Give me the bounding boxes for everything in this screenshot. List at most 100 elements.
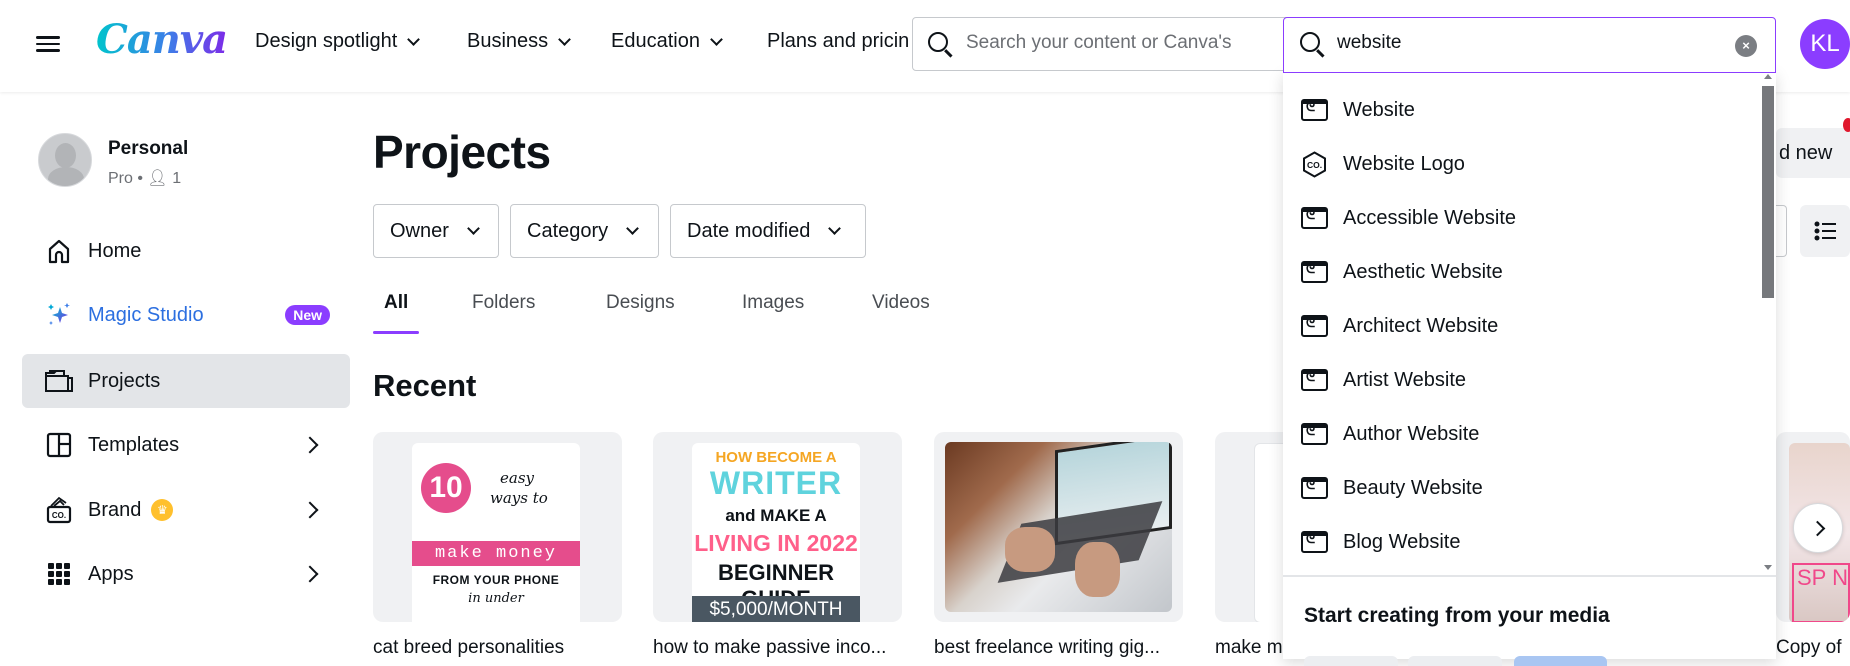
- svg-text:CO.: CO.: [52, 511, 66, 520]
- clear-search-icon[interactable]: ×: [1735, 35, 1757, 57]
- canva-logo[interactable]: Canva: [96, 16, 228, 63]
- tab-videos[interactable]: Videos: [872, 292, 930, 314]
- design-caption[interactable]: how to make passive inco...: [653, 637, 886, 659]
- design-card[interactable]: HOW BECOME A WRITER and MAKE A LIVING IN…: [653, 432, 902, 622]
- scroll-down-arrow-icon[interactable]: [1764, 565, 1772, 570]
- design-thumbnail: HOW BECOME A WRITER and MAKE A LIVING IN…: [692, 443, 860, 622]
- suggestion-item[interactable]: Aesthetic Website: [1283, 245, 1758, 299]
- nav-design-spotlight[interactable]: Design spotlight: [255, 30, 421, 53]
- sidebar-item-projects[interactable]: Projects: [22, 354, 350, 408]
- sidebar-item-magic-studio[interactable]: Magic Studio New: [22, 288, 350, 342]
- thumb-number: 10: [421, 463, 471, 513]
- sort-dropdown[interactable]: [1776, 205, 1787, 257]
- suggestion-item[interactable]: Website: [1283, 83, 1758, 137]
- website-icon: [1301, 261, 1328, 283]
- folder-icon: [44, 366, 74, 396]
- thumb-text: and MAKE A: [725, 506, 827, 525]
- nav-plans-and-pricing[interactable]: Plans and pricin: [767, 30, 909, 53]
- nav-business[interactable]: Business: [467, 30, 572, 53]
- media-chip[interactable]: [1408, 656, 1502, 666]
- suggestion-item[interactable]: Artist Website: [1283, 353, 1758, 407]
- profile-name[interactable]: Personal: [108, 138, 188, 160]
- design-caption[interactable]: Copy of: [1776, 637, 1841, 659]
- tab-folders[interactable]: Folders: [472, 292, 535, 314]
- design-caption[interactable]: make m: [1215, 637, 1283, 659]
- chevron-right-icon[interactable]: [301, 501, 319, 519]
- search-value[interactable]: website: [1337, 32, 1401, 54]
- search-input-background[interactable]: Search your content or Canva's: [912, 17, 1292, 71]
- media-chip[interactable]: [1304, 656, 1398, 666]
- suggestion-item[interactable]: Architect Website: [1283, 299, 1758, 353]
- section-title-recent: Recent: [373, 368, 477, 403]
- nav-education[interactable]: Education: [611, 30, 723, 53]
- nav-label: Education: [611, 30, 700, 52]
- chevron-right-icon[interactable]: [301, 565, 319, 583]
- website-icon: [1301, 477, 1328, 499]
- logo-icon: CO.: [1301, 150, 1328, 178]
- tab-all[interactable]: All: [384, 292, 408, 314]
- chevron-down-icon: [467, 222, 480, 235]
- brand-icon: CO.: [44, 495, 74, 525]
- suggestion-item[interactable]: Beauty Website: [1283, 461, 1758, 515]
- suggestion-label: Website: [1343, 98, 1415, 121]
- list-view-toggle[interactable]: [1800, 205, 1850, 257]
- carousel-next-button[interactable]: [1793, 503, 1843, 553]
- nav-label: Design spotlight: [255, 30, 398, 52]
- sparkle-icon: [44, 300, 74, 330]
- scrollbar-thumb[interactable]: [1762, 86, 1774, 298]
- thumb-text: easy: [500, 469, 534, 487]
- tab-images[interactable]: Images: [742, 292, 804, 314]
- website-icon: [1301, 207, 1328, 229]
- design-card[interactable]: 10 easy ways to make money FROM YOUR PHO…: [373, 432, 622, 622]
- menu-icon[interactable]: [36, 32, 60, 54]
- sidebar-item-templates[interactable]: Templates: [22, 418, 350, 472]
- chevron-down-icon: [626, 222, 640, 235]
- thumb-band: make money: [412, 541, 580, 566]
- sidebar-item-brand[interactable]: CO. Brand ♛: [22, 483, 350, 537]
- thumb-text: LIVING IN 2022: [694, 530, 858, 556]
- suggestion-item[interactable]: CO. Website Logo: [1283, 137, 1758, 191]
- suggestion-label: Author Website: [1343, 422, 1480, 445]
- owner-filter[interactable]: Owner: [373, 204, 499, 258]
- website-icon: [1301, 99, 1328, 121]
- suggestion-item[interactable]: Author Website: [1283, 407, 1758, 461]
- chevron-down-icon: [828, 222, 842, 235]
- thumb-band: $5,000/MONTH: [692, 596, 860, 622]
- sidebar-item-label: Magic Studio: [88, 303, 204, 326]
- thumb-text: WRITER: [709, 465, 843, 501]
- category-filter[interactable]: Category: [510, 204, 659, 258]
- profile-avatar[interactable]: [38, 133, 92, 187]
- nav-label: Business: [467, 30, 549, 52]
- chevron-right-icon[interactable]: [301, 436, 319, 454]
- user-avatar[interactable]: KL: [1800, 19, 1850, 69]
- profile-subtitle: Pro • 👤︎ 1: [108, 168, 181, 188]
- chevron-down-icon: [710, 32, 723, 46]
- design-caption[interactable]: best freelance writing gig...: [934, 637, 1160, 659]
- sidebar-item-apps[interactable]: Apps: [22, 547, 350, 601]
- design-caption[interactable]: cat breed personalities: [373, 637, 564, 659]
- templates-icon: [44, 430, 74, 460]
- add-new-button[interactable]: d new: [1776, 128, 1850, 178]
- website-icon: [1301, 531, 1328, 553]
- members-count: 1: [172, 170, 182, 187]
- search-input[interactable]: website ×: [1283, 17, 1776, 73]
- crown-icon: ♛: [151, 499, 174, 521]
- thumb-text: in under: [468, 591, 524, 606]
- website-icon: [1301, 423, 1328, 445]
- active-tab-indicator: [373, 331, 419, 334]
- suggestion-label: Architect Website: [1343, 314, 1499, 337]
- list-icon: [1814, 221, 1836, 241]
- design-card[interactable]: [934, 432, 1183, 622]
- scroll-up-arrow-icon[interactable]: [1764, 74, 1772, 79]
- apps-grid-icon: [44, 559, 74, 589]
- suggestion-item[interactable]: Accessible Website: [1283, 191, 1758, 245]
- date-modified-filter[interactable]: Date modified: [670, 204, 866, 258]
- thumb-text: FROM YOUR PHONE: [432, 573, 560, 587]
- suggestion-item[interactable]: Blog Website: [1283, 515, 1758, 569]
- thumb-text: SP N: [1792, 563, 1850, 622]
- sidebar-item-home[interactable]: Home: [22, 224, 350, 278]
- media-chip[interactable]: [1514, 656, 1607, 666]
- tab-designs[interactable]: Designs: [606, 292, 675, 314]
- thumb-text: HOW BECOME A: [715, 449, 837, 466]
- design-thumbnail: 10 easy ways to make money FROM YOUR PHO…: [412, 443, 580, 622]
